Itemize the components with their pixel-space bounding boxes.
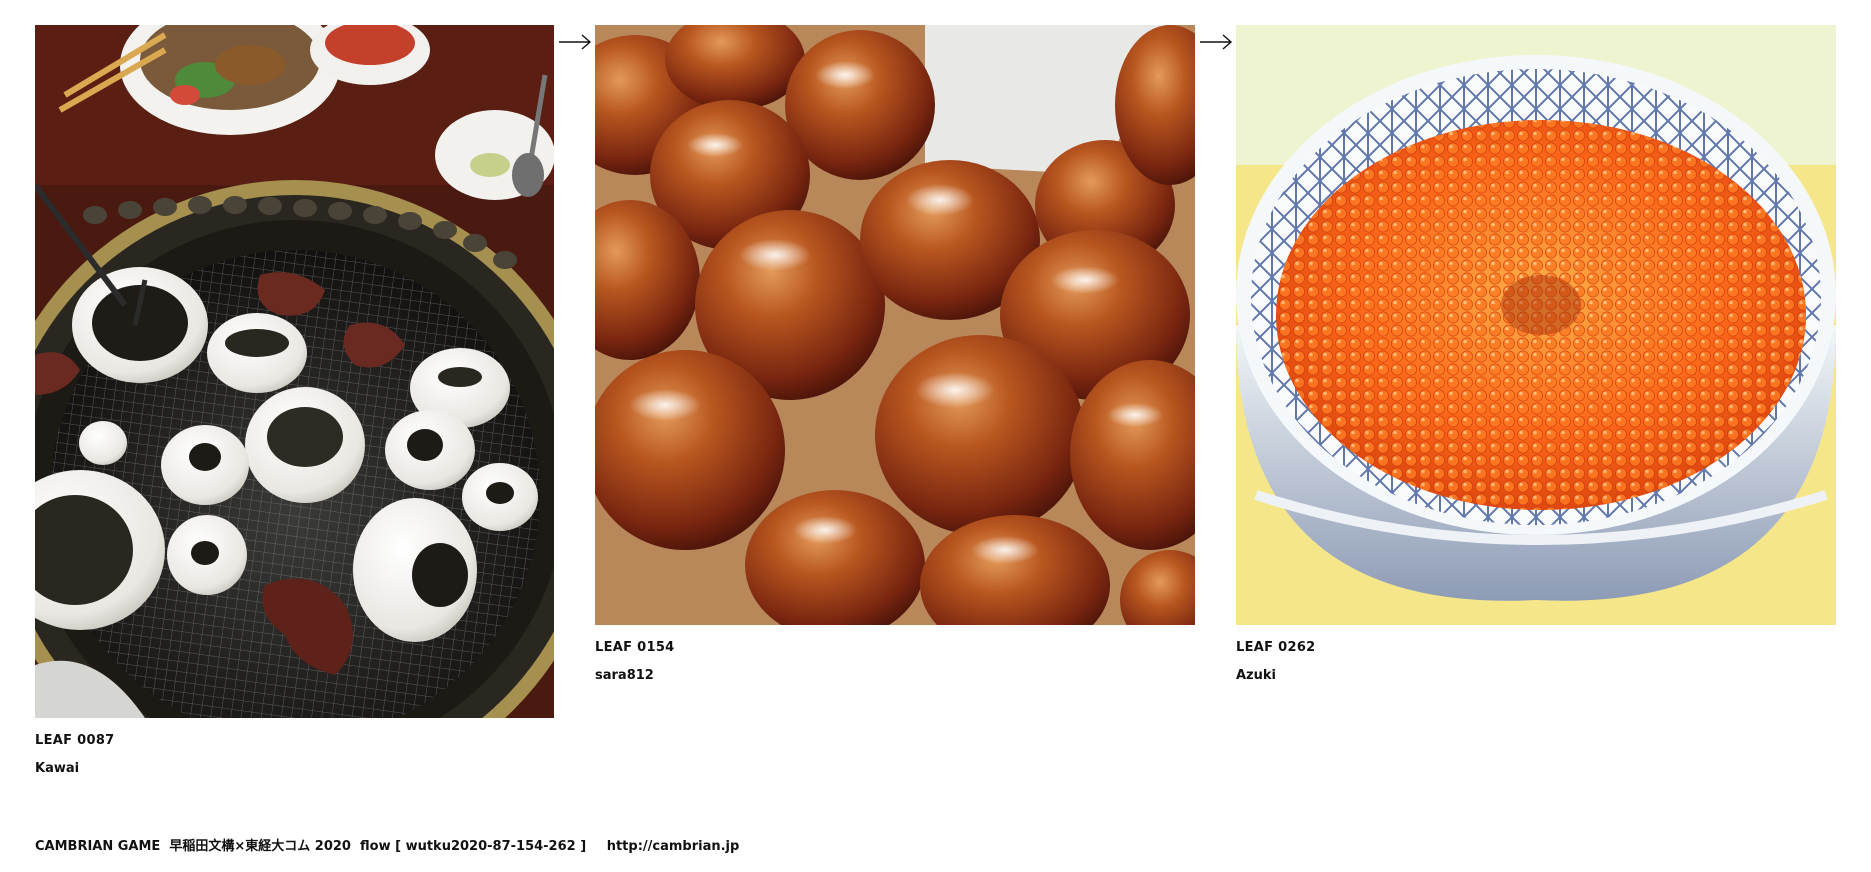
leaf-card-0154: LEAF 0154 sara812 bbox=[595, 25, 1195, 685]
footer: CAMBRIAN GAME 早稲田文構×東経大コム 2020 flow [ wu… bbox=[35, 838, 739, 856]
leaf-photo-glazed-eggs[interactable] bbox=[595, 25, 1195, 625]
flow-info-text: CAMBRIAN GAME 早稲田文構×東経大コム 2020 flow [ wu… bbox=[35, 839, 587, 854]
cambrian-site-link[interactable]: http://cambrian.jp bbox=[607, 839, 740, 854]
right-arrow-icon bbox=[1199, 32, 1233, 52]
leaf-author[interactable]: Azuki bbox=[1236, 667, 1836, 685]
leaf-card-0262: LEAF 0262 Azuki bbox=[1236, 25, 1836, 685]
leaf-photo-yakiniku[interactable] bbox=[35, 25, 554, 718]
right-arrow-icon bbox=[558, 32, 592, 52]
ikura-don-image bbox=[1236, 25, 1836, 625]
leaf-card-0087: LEAF 0087 Kawai bbox=[35, 25, 554, 778]
leaf-photo-ikura-don[interactable] bbox=[1236, 25, 1836, 625]
leaf-author[interactable]: Kawai bbox=[35, 760, 554, 778]
yakiniku-grill-image bbox=[35, 25, 554, 718]
leaf-id: LEAF 0154 bbox=[595, 640, 675, 655]
leaf-id: LEAF 0262 bbox=[1236, 640, 1316, 655]
leaf-id: LEAF 0087 bbox=[35, 733, 115, 748]
glazed-eggs-image bbox=[595, 25, 1195, 625]
leaf-author[interactable]: sara812 bbox=[595, 667, 1195, 685]
